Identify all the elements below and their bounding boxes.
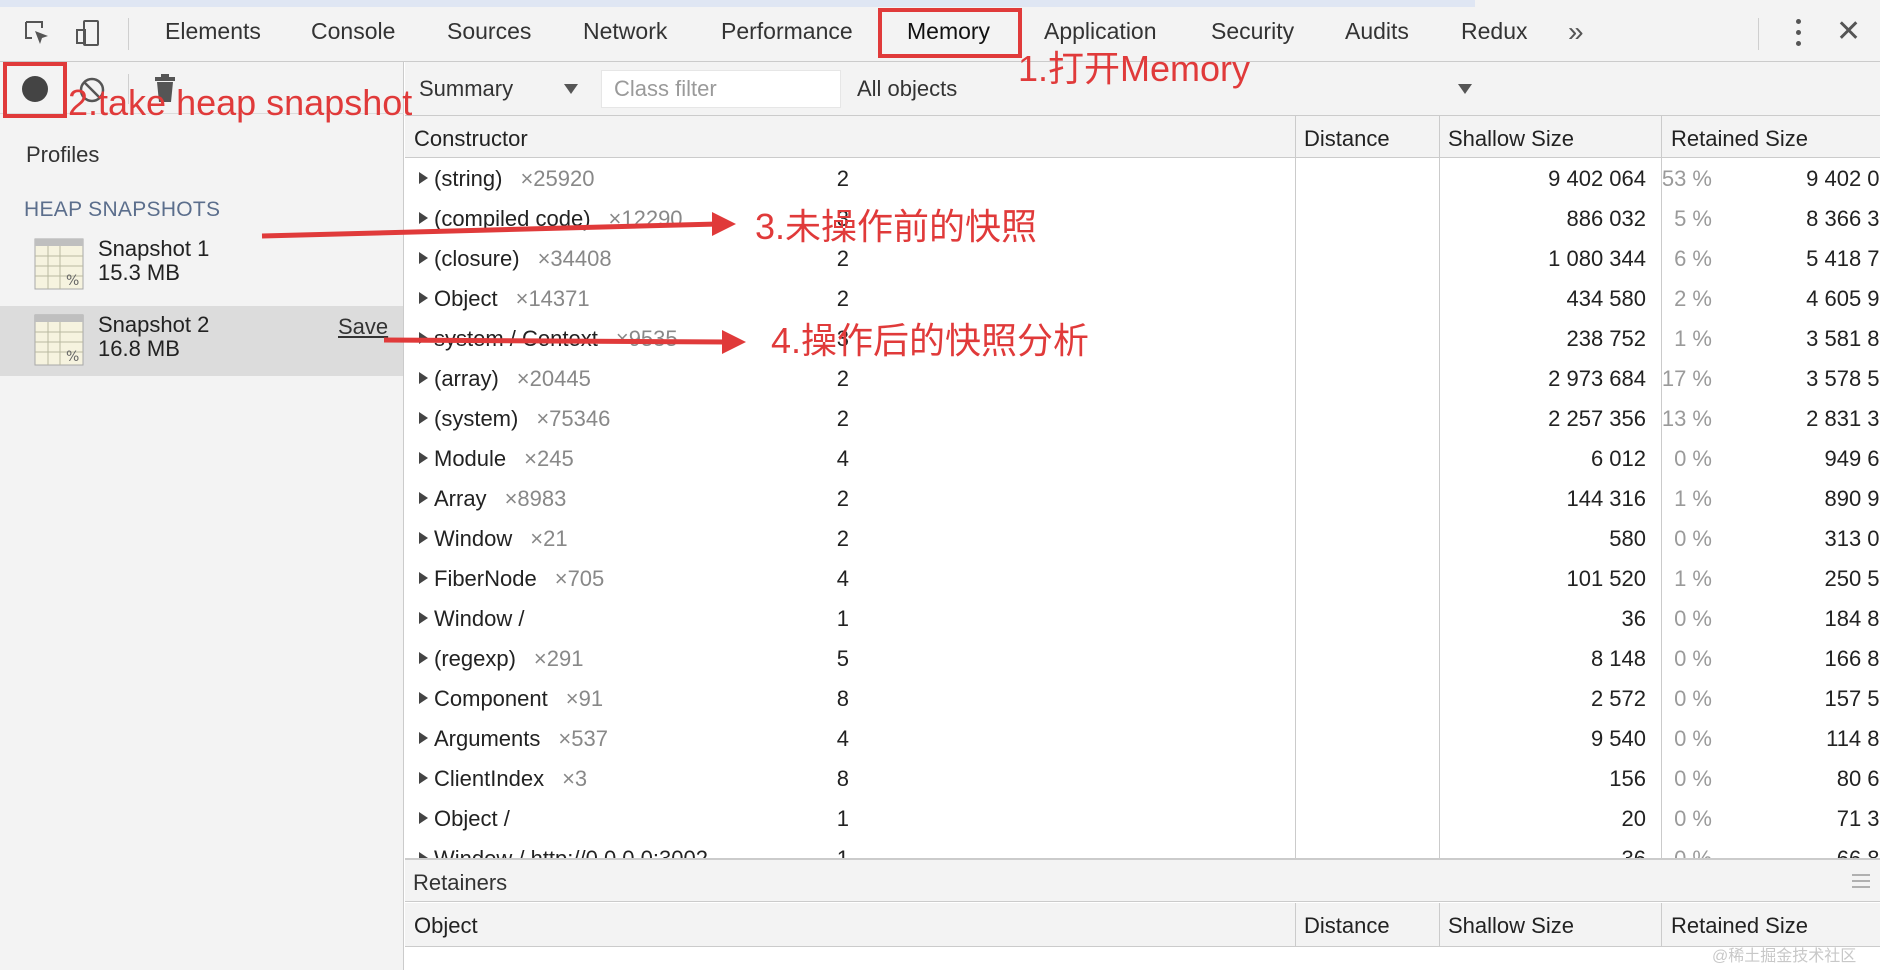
arrow-to-snapshot-2	[383, 330, 746, 354]
arrow-to-snapshot-1	[261, 212, 736, 239]
annotation-arrows	[261, 212, 746, 354]
